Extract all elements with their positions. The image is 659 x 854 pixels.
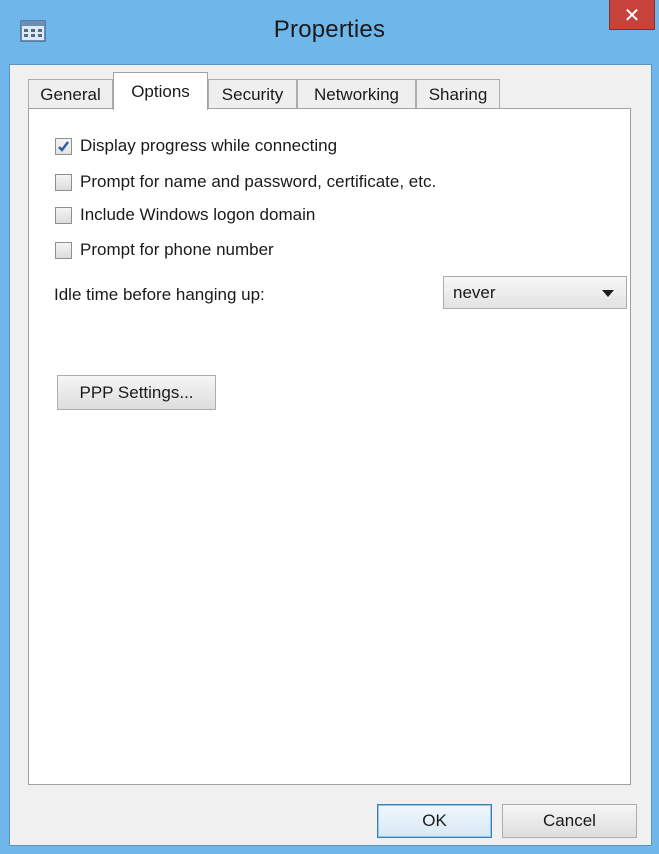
- chevron-down-icon: [602, 290, 614, 297]
- checkbox-label: Prompt for phone number: [80, 240, 274, 259]
- title-bar[interactable]: Properties ✕: [0, 0, 659, 64]
- close-button[interactable]: ✕: [609, 0, 655, 30]
- close-icon: ✕: [623, 2, 641, 27]
- tab-options[interactable]: Options: [113, 72, 208, 110]
- properties-window: Properties ✕ General Options Security Ne…: [0, 0, 659, 854]
- checkbox-display-progress[interactable]: Display progress while connecting: [55, 135, 337, 157]
- checkbox-prompt-credentials[interactable]: Prompt for name and password, certificat…: [55, 171, 436, 193]
- checkbox-box[interactable]: [55, 241, 72, 259]
- idle-time-select[interactable]: never: [443, 276, 627, 309]
- idle-time-value: never: [453, 282, 496, 302]
- checkbox-label: Include Windows logon domain: [80, 205, 316, 224]
- cancel-button[interactable]: Cancel: [502, 804, 637, 838]
- checkbox-box[interactable]: [55, 137, 72, 155]
- window-title: Properties: [273, 16, 386, 43]
- tab-security[interactable]: Security: [208, 79, 297, 109]
- checkbox-label: Display progress while connecting: [80, 136, 338, 155]
- ok-button[interactable]: OK: [377, 804, 492, 838]
- checkbox-label: Prompt for name and password, certificat…: [80, 172, 437, 191]
- dialog-client: General Options Security Networking Shar…: [9, 64, 652, 846]
- tab-general[interactable]: General: [28, 79, 113, 109]
- tab-sharing[interactable]: Sharing: [416, 79, 500, 109]
- checkmark-icon: [58, 140, 69, 152]
- checkbox-include-domain[interactable]: Include Windows logon domain: [55, 204, 315, 226]
- checkbox-prompt-phone[interactable]: Prompt for phone number: [55, 239, 274, 261]
- checkbox-box[interactable]: [55, 173, 72, 191]
- options-panel: Display progress while connecting Prompt…: [28, 108, 631, 785]
- tab-networking[interactable]: Networking: [297, 79, 416, 109]
- checkbox-box[interactable]: [55, 206, 72, 224]
- ppp-settings-button[interactable]: PPP Settings...: [57, 375, 216, 410]
- idle-time-label: Idle time before hanging up:: [54, 285, 265, 304]
